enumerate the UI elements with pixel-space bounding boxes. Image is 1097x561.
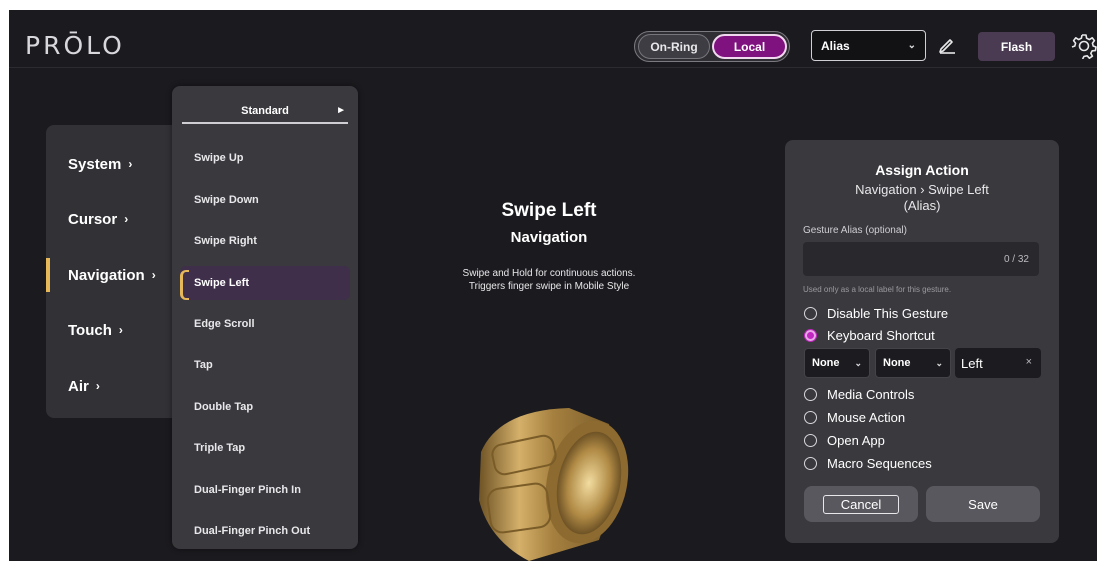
gesture-path-alias: (Alias) bbox=[903, 198, 941, 213]
category-label: Cursor bbox=[68, 210, 118, 228]
option-mouse-action[interactable]: Mouse Action bbox=[804, 408, 905, 426]
alias-select-value: Alias bbox=[821, 38, 850, 53]
header-bar: PRŌLO On-Ring Local Alias ⌄ Flash bbox=[9, 10, 1097, 68]
option-label: Media Controls bbox=[827, 386, 915, 402]
radio-button[interactable] bbox=[804, 456, 817, 470]
chevron-down-icon: ⌄ bbox=[854, 358, 862, 368]
triangle-right-icon: ► bbox=[336, 105, 346, 116]
gesture-item-swipe-down[interactable]: Swipe Down bbox=[180, 183, 350, 217]
chevron-right-icon: › bbox=[118, 323, 123, 337]
radio-button[interactable] bbox=[804, 387, 817, 401]
pencil-icon[interactable] bbox=[937, 34, 957, 54]
logo: PRŌLO bbox=[25, 31, 125, 60]
category-label: Navigation bbox=[68, 266, 145, 284]
mode-on-ring-button[interactable]: On-Ring bbox=[638, 34, 710, 59]
option-label: Keyboard Shortcut bbox=[827, 327, 935, 343]
option-label: Disable This Gesture bbox=[827, 305, 949, 321]
option-macro-sequences[interactable]: Macro Sequences bbox=[804, 454, 932, 472]
option-open-app[interactable]: Open App bbox=[804, 431, 885, 449]
key-value: Left bbox=[961, 355, 983, 371]
category-system[interactable]: System › bbox=[46, 147, 191, 181]
modifier1-select[interactable]: None ⌄ bbox=[804, 348, 870, 378]
mode-toggle[interactable]: On-Ring Local bbox=[634, 31, 790, 62]
chevron-down-icon: ⌄ bbox=[907, 40, 916, 51]
gesture-path-text: Navigation › Swipe Left bbox=[855, 182, 989, 197]
category-label: Air bbox=[68, 377, 89, 395]
gesture-set-label: Standard bbox=[241, 105, 289, 117]
gesture-item-pinch-out[interactable]: Dual-Finger Pinch Out bbox=[180, 514, 350, 548]
chevron-right-icon: › bbox=[95, 379, 100, 393]
gesture-item-swipe-right[interactable]: Swipe Right bbox=[180, 224, 350, 258]
gesture-item-swipe-up[interactable]: Swipe Up bbox=[180, 141, 350, 175]
radio-button[interactable] bbox=[804, 306, 817, 320]
char-counter: 0 / 32 bbox=[1003, 254, 1029, 265]
save-button[interactable]: Save bbox=[926, 486, 1040, 522]
category-label: Touch bbox=[68, 321, 112, 339]
option-disable-gesture[interactable]: Disable This Gesture bbox=[804, 304, 948, 322]
category-navigation[interactable]: Navigation › bbox=[46, 258, 191, 292]
gesture-item-pinch-in[interactable]: Dual-Finger Pinch In bbox=[180, 473, 350, 507]
category-touch[interactable]: Touch › bbox=[46, 313, 191, 347]
gesture-item-double-tap[interactable]: Double Tap bbox=[180, 390, 350, 424]
mode-local-button[interactable]: Local bbox=[712, 34, 787, 59]
gesture-menu: Standard ► Swipe Up Swipe Down Swipe Rig… bbox=[172, 86, 358, 549]
alias-hint: Used only as a local label for this gest… bbox=[803, 285, 952, 294]
chevron-right-icon: › bbox=[151, 268, 156, 282]
gesture-description: Swipe and Hold for continuous actions. T… bbox=[399, 267, 699, 293]
cancel-button[interactable]: Cancel bbox=[823, 495, 899, 514]
radio-button[interactable] bbox=[804, 433, 817, 447]
radio-button[interactable] bbox=[804, 410, 817, 424]
gear-icon[interactable] bbox=[1071, 33, 1097, 59]
modifier2-value: None bbox=[883, 357, 911, 369]
gesture-set-selector[interactable]: Standard ► bbox=[182, 100, 348, 124]
gesture-title: Swipe Left bbox=[501, 200, 597, 221]
modifier2-select[interactable]: None ⌄ bbox=[875, 348, 951, 378]
chevron-right-icon: › bbox=[124, 212, 129, 226]
category-air[interactable]: Air › bbox=[46, 369, 191, 403]
option-label: Mouse Action bbox=[827, 409, 906, 425]
radio-button-selected[interactable] bbox=[804, 328, 817, 342]
option-label: Macro Sequences bbox=[827, 455, 932, 471]
gesture-item-tap[interactable]: Tap bbox=[180, 348, 350, 382]
option-label: Open App bbox=[827, 432, 885, 448]
chevron-down-icon: ⌄ bbox=[935, 358, 943, 368]
gesture-item-triple-tap[interactable]: Triple Tap bbox=[180, 431, 350, 465]
clear-icon[interactable]: × bbox=[1026, 356, 1032, 368]
chevron-right-icon: › bbox=[128, 157, 133, 171]
alias-input[interactable]: 0 / 32 bbox=[803, 242, 1039, 276]
gesture-path: Navigation › Swipe Left (Alias) bbox=[785, 182, 1059, 214]
alias-field-label: Gesture Alias (optional) bbox=[803, 225, 907, 236]
assign-action-panel: Assign Action Navigation › Swipe Left (A… bbox=[785, 140, 1059, 543]
gesture-item-swipe-left[interactable]: Swipe Left bbox=[180, 266, 350, 300]
gesture-category: Navigation bbox=[510, 229, 588, 246]
gesture-description-line: Triggers finger swipe in Mobile Style bbox=[468, 281, 630, 292]
flash-button[interactable]: Flash bbox=[978, 32, 1055, 61]
category-label: System bbox=[68, 155, 122, 173]
panel-title: Assign Action bbox=[875, 162, 969, 178]
option-keyboard-shortcut[interactable]: Keyboard Shortcut bbox=[804, 326, 935, 344]
key-input[interactable]: Left × bbox=[955, 348, 1041, 378]
modifier1-value: None bbox=[812, 357, 840, 369]
alias-select[interactable]: Alias ⌄ bbox=[811, 30, 926, 61]
gesture-description-line: Swipe and Hold for continuous actions. bbox=[462, 268, 636, 279]
ring-device-image bbox=[479, 408, 629, 561]
cancel-button-container[interactable]: Cancel bbox=[804, 486, 918, 522]
option-media-controls[interactable]: Media Controls bbox=[804, 385, 914, 403]
gesture-item-edge-scroll[interactable]: Edge Scroll bbox=[180, 307, 350, 341]
app-window: PRŌLO On-Ring Local Alias ⌄ Flash System… bbox=[9, 10, 1097, 561]
category-cursor[interactable]: Cursor › bbox=[46, 202, 191, 236]
category-list: System › Cursor › Navigation › Touch › A… bbox=[46, 125, 191, 418]
